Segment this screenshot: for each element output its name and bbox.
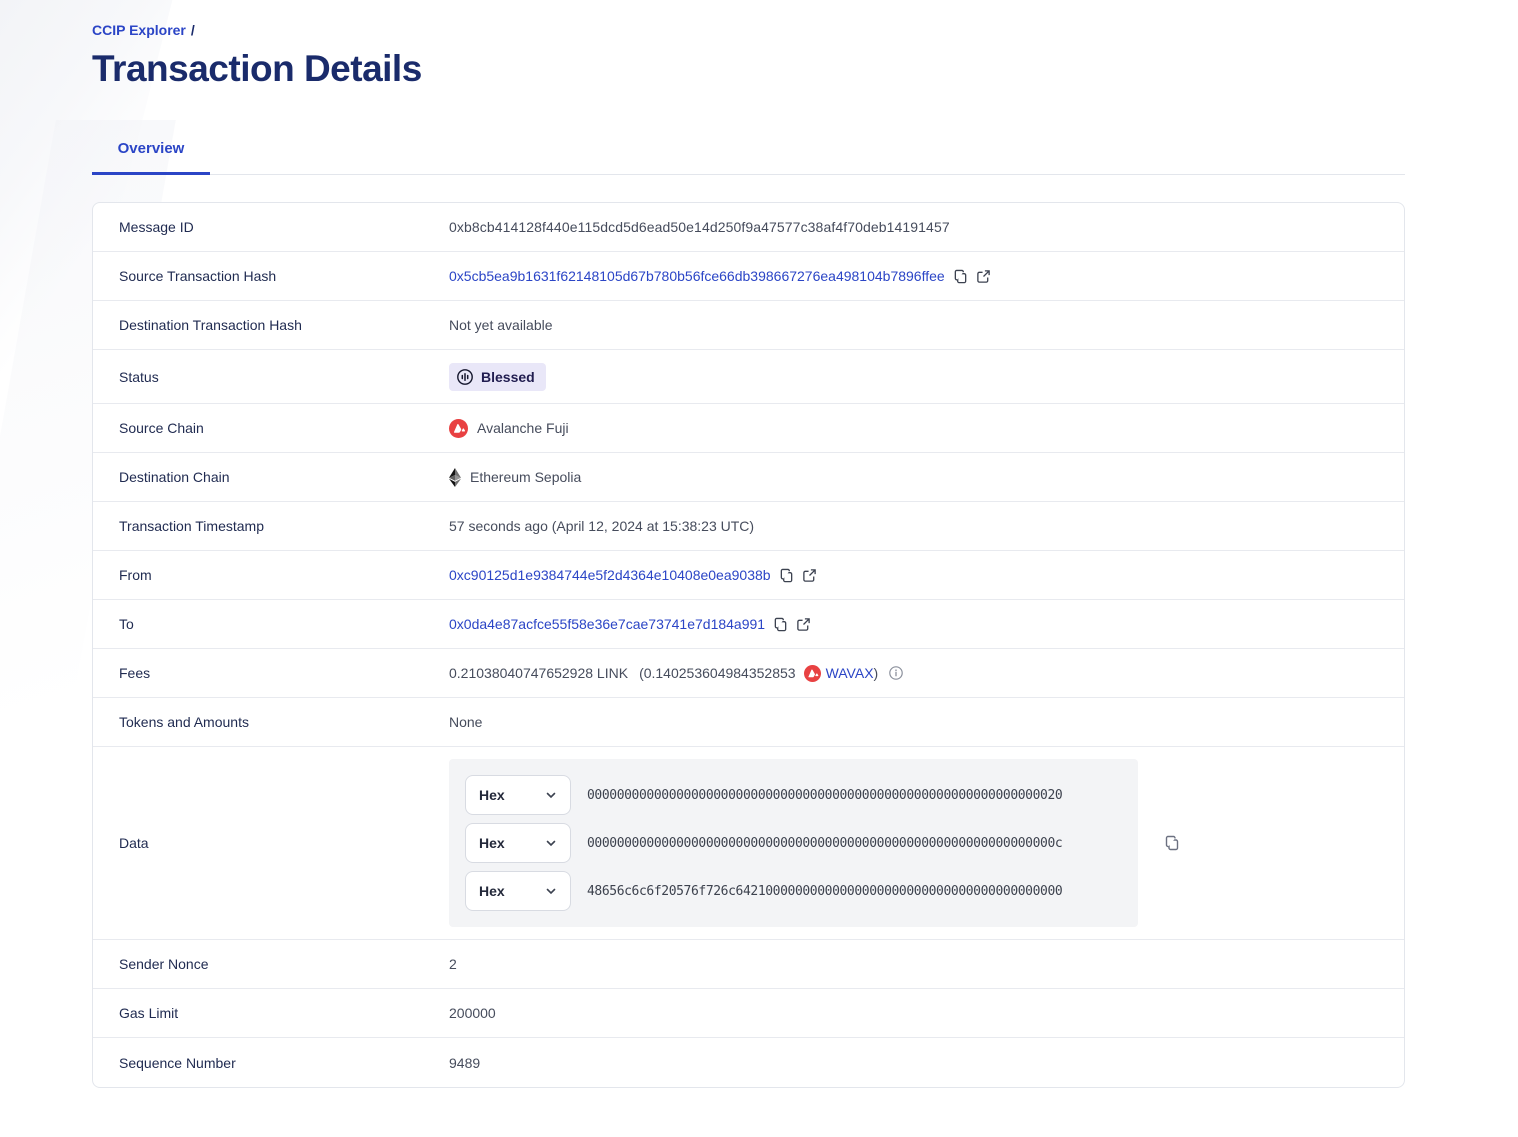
tokens-value: None: [449, 714, 1404, 730]
row-label: Status: [93, 369, 449, 385]
timestamp-value: 57 seconds ago (April 12, 2024 at 15:38:…: [449, 518, 1404, 534]
avalanche-icon: [804, 665, 821, 682]
row-dest-chain: Destination Chain Ethereum Sepolia: [93, 453, 1404, 502]
data-line: Hex 000000000000000000000000000000000000…: [465, 823, 1122, 863]
source-chain-value: Avalanche Fuji: [449, 419, 569, 438]
from-address-link[interactable]: 0xc90125d1e9384744e5f2d4364e10408e0ea903…: [449, 567, 771, 583]
tab-overview[interactable]: Overview: [92, 140, 210, 175]
blessed-signal-icon: [456, 368, 474, 386]
row-to: To 0x0da4e87acfce55f58e36e7cae73741e7d18…: [93, 600, 1404, 649]
transaction-details-page: CCIP Explorer / Transaction Details Overv…: [0, 0, 1518, 1088]
row-label: Source Transaction Hash: [93, 268, 449, 284]
breadcrumb-ccip-explorer-link[interactable]: CCIP Explorer: [92, 22, 186, 38]
row-tokens: Tokens and Amounts None: [93, 698, 1404, 747]
data-hex-value: 0000000000000000000000000000000000000000…: [587, 788, 1062, 803]
row-dest-tx-hash: Destination Transaction Hash Not yet ava…: [93, 301, 1404, 350]
transaction-details-card: Message ID 0xb8cb414128f440e115dcd5d6ead…: [92, 202, 1405, 1088]
fees-link-amount: 0.21038040747652928 LINK: [449, 665, 628, 681]
row-label: To: [93, 616, 449, 632]
row-label: Tokens and Amounts: [93, 714, 449, 730]
row-source-chain: Source Chain Avalanche Fuji: [93, 404, 1404, 453]
dest-tx-hash-value: Not yet available: [449, 317, 1404, 333]
row-fees: Fees 0.21038040747652928 LINK (0.1402536…: [93, 649, 1404, 698]
dest-chain-name: Ethereum Sepolia: [470, 469, 581, 485]
row-source-tx-hash: Source Transaction Hash 0x5cb5ea9b1631f6…: [93, 252, 1404, 301]
data-hex-value: 48656c6c6f20576f726c64210000000000000000…: [587, 884, 1062, 899]
status-badge: Blessed: [449, 363, 546, 391]
external-link-icon[interactable]: [796, 617, 811, 632]
row-label: Destination Chain: [93, 469, 449, 485]
row-from: From 0xc90125d1e9384744e5f2d4364e10408e0…: [93, 551, 1404, 600]
copy-icon[interactable]: [779, 568, 794, 583]
row-data: Data Hex 0000000000000000000000000000000…: [93, 747, 1404, 940]
status-badge-label: Blessed: [481, 369, 535, 385]
message-id-value: 0xb8cb414128f440e115dcd5d6ead50e14d250f9…: [449, 219, 1404, 235]
tab-bar: Overview: [92, 140, 1405, 175]
to-address-link[interactable]: 0x0da4e87acfce55f58e36e7cae73741e7d184a9…: [449, 616, 765, 632]
ethereum-icon: [449, 468, 461, 487]
row-label: Destination Transaction Hash: [93, 317, 449, 333]
row-gas-limit: Gas Limit 200000: [93, 989, 1404, 1038]
avalanche-icon: [449, 419, 468, 438]
data-line: Hex 48656c6c6f20576f726c6421000000000000…: [465, 871, 1122, 911]
source-chain-name: Avalanche Fuji: [477, 420, 569, 436]
row-label: Data: [93, 835, 449, 851]
page-title: Transaction Details: [92, 48, 1405, 90]
data-hex-value: 0000000000000000000000000000000000000000…: [587, 836, 1062, 851]
breadcrumb: CCIP Explorer /: [92, 22, 1405, 38]
data-format-select[interactable]: Hex: [465, 871, 571, 911]
row-timestamp: Transaction Timestamp 57 seconds ago (Ap…: [93, 502, 1404, 551]
chevron-down-icon: [545, 885, 557, 897]
row-message-id: Message ID 0xb8cb414128f440e115dcd5d6ead…: [93, 203, 1404, 252]
row-label: Gas Limit: [93, 1005, 449, 1021]
row-label: Sender Nonce: [93, 956, 449, 972]
sequence-number-value: 9489: [449, 1055, 1404, 1071]
data-format-selected: Hex: [479, 787, 505, 803]
fees-native-amount: (0.140253604984352853: [639, 665, 796, 681]
row-label: Transaction Timestamp: [93, 518, 449, 534]
info-icon[interactable]: [889, 666, 903, 680]
data-hex-box: Hex 000000000000000000000000000000000000…: [449, 759, 1138, 927]
sender-nonce-value: 2: [449, 956, 1404, 972]
fees-paren-close: ): [874, 665, 879, 681]
data-format-select[interactable]: Hex: [465, 823, 571, 863]
data-format-selected: Hex: [479, 883, 505, 899]
row-label: Sequence Number: [93, 1055, 449, 1071]
row-label: Fees: [93, 665, 449, 681]
row-label: Source Chain: [93, 420, 449, 436]
external-link-icon[interactable]: [802, 568, 817, 583]
row-status: Status Blessed: [93, 350, 1404, 404]
row-sender-nonce: Sender Nonce 2: [93, 940, 1404, 989]
copy-icon[interactable]: [953, 269, 968, 284]
copy-icon[interactable]: [773, 617, 788, 632]
row-sequence-number: Sequence Number 9489: [93, 1038, 1404, 1087]
wavax-token-link[interactable]: WAVAX: [826, 665, 874, 681]
row-label: From: [93, 567, 449, 583]
data-format-select[interactable]: Hex: [465, 775, 571, 815]
source-tx-hash-link[interactable]: 0x5cb5ea9b1631f62148105d67b780b56fce66db…: [449, 268, 945, 284]
data-line: Hex 000000000000000000000000000000000000…: [465, 775, 1122, 815]
chevron-down-icon: [545, 789, 557, 801]
breadcrumb-separator: /: [191, 22, 195, 38]
copy-icon[interactable]: [1164, 835, 1180, 851]
data-format-selected: Hex: [479, 835, 505, 851]
row-label: Message ID: [93, 219, 449, 235]
gas-limit-value: 200000: [449, 1005, 1404, 1021]
external-link-icon[interactable]: [976, 269, 991, 284]
dest-chain-value: Ethereum Sepolia: [449, 468, 581, 487]
chevron-down-icon: [545, 837, 557, 849]
